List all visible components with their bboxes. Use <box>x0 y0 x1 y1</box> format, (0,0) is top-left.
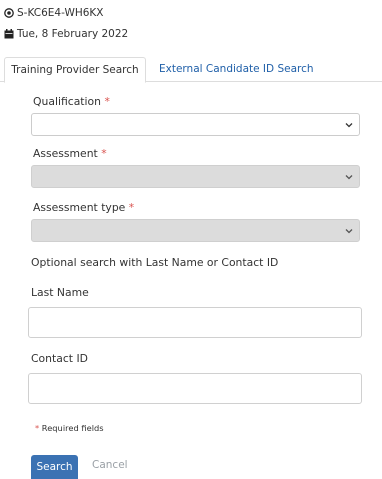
required-asterisk: * <box>101 147 107 160</box>
cancel-button[interactable]: Cancel <box>92 459 128 471</box>
contact-id-label: Contact ID <box>31 352 88 365</box>
chevron-down-icon <box>345 229 353 234</box>
required-fields-note: * Required fields <box>35 423 104 433</box>
tab-external-candidate-id-search[interactable]: External Candidate ID Search <box>159 57 314 81</box>
calendar-icon <box>4 29 14 39</box>
required-asterisk: * <box>104 95 110 108</box>
assessment-type-label: Assessment type * <box>33 201 135 214</box>
chevron-down-icon <box>345 175 353 180</box>
tab-label: Training Provider Search <box>11 64 139 76</box>
tab-training-provider-search[interactable]: Training Provider Search <box>4 57 146 83</box>
contact-id-input[interactable] <box>28 373 362 404</box>
search-button[interactable]: Search <box>31 455 78 479</box>
assessment-select[interactable] <box>31 165 360 188</box>
assessment-label: Assessment * <box>33 147 107 160</box>
last-name-label: Last Name <box>31 286 89 299</box>
tab-label: External Candidate ID Search <box>159 63 314 75</box>
qualification-label: Qualification * <box>33 95 110 108</box>
date-text: Tue, 8 February 2022 <box>17 28 129 40</box>
target-icon <box>4 8 14 18</box>
reference-number: S-KC6E4-WH6KX <box>17 7 104 19</box>
optional-search-note: Optional search with Last Name or Contac… <box>31 256 279 269</box>
reference-row: S-KC6E4-WH6KX <box>4 7 104 19</box>
required-asterisk: * <box>128 201 135 214</box>
required-asterisk: * <box>35 423 40 433</box>
date-row: Tue, 8 February 2022 <box>4 28 128 40</box>
assessment-type-select[interactable] <box>31 219 360 242</box>
chevron-down-icon <box>345 123 353 128</box>
last-name-input[interactable] <box>28 307 362 338</box>
qualification-select[interactable] <box>31 113 360 136</box>
